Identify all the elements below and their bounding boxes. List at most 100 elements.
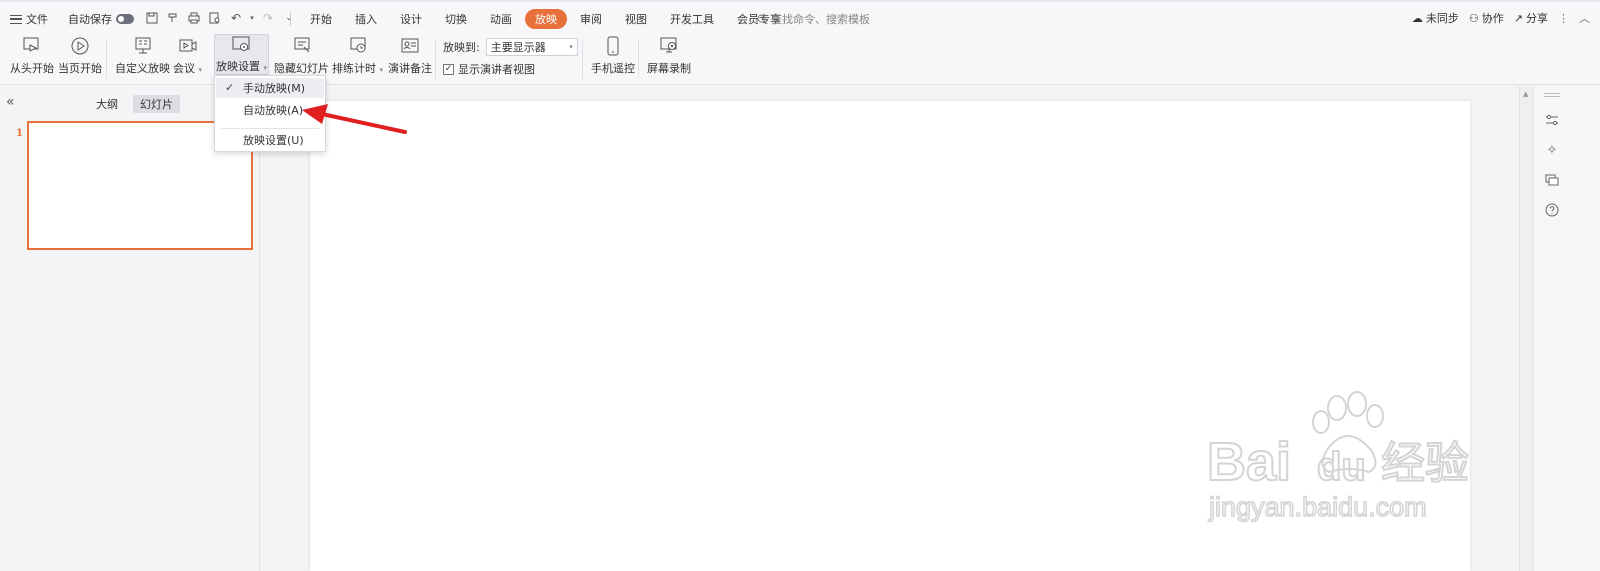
slide-canvas[interactable]	[310, 101, 1470, 571]
ribbon-divider	[582, 39, 583, 79]
search-placeholder: 查找命令、搜索模板	[771, 13, 870, 26]
tab-home[interactable]: 开始	[300, 9, 342, 29]
tab-view[interactable]: 视图	[615, 9, 657, 29]
toolbar-divider	[290, 12, 291, 26]
redo-icon[interactable]: ↷	[260, 10, 276, 26]
presenter-view-checkbox[interactable]: ✓ 显示演讲者视图	[443, 61, 535, 77]
file-menu-label: 文件	[26, 13, 48, 26]
menu-divider	[221, 128, 319, 129]
command-search[interactable]: 查找命令、搜索模板	[757, 11, 870, 27]
phone-remote-button[interactable]: 手机遥控	[591, 35, 635, 76]
more-options-icon[interactable]: ⋮	[1558, 12, 1569, 25]
slide-editor	[261, 86, 1519, 571]
magic-wand-icon[interactable]: ✧	[1543, 141, 1561, 159]
checkmark-icon: ✓	[225, 81, 235, 94]
slide-number: 1	[16, 128, 23, 139]
vertical-scrollbar[interactable]: ▲	[1519, 86, 1533, 571]
side-toolbar: ✧	[1533, 86, 1600, 571]
tab-transitions[interactable]: 切换	[435, 9, 477, 29]
print-preview-icon[interactable]	[207, 10, 223, 26]
timer-icon	[346, 35, 370, 57]
hide-slide-button[interactable]: 隐藏幻灯片	[274, 35, 329, 76]
manual-show-menu-item[interactable]: ✓ 手动放映(M)	[216, 78, 324, 98]
share-icon: ↗	[1513, 11, 1523, 25]
show-settings-item-label: 放映设置(U)	[243, 134, 304, 147]
file-menu[interactable]: 文件	[10, 11, 48, 27]
hide-slide-label: 隐藏幻灯片	[274, 62, 329, 75]
presenter-view-label: 显示演讲者视图	[458, 63, 535, 76]
show-settings-button[interactable]: 放映设置 ▾	[214, 34, 269, 75]
collaborate-button[interactable]: ⚇ 协作	[1469, 10, 1504, 26]
screen-record-button[interactable]: 屏幕录制	[647, 35, 691, 76]
account-actions: ☁ 未同步 ⚇ 协作 ↗ 分享 ⋮ ︿	[1412, 10, 1590, 26]
sync-status-button[interactable]: ☁ 未同步	[1412, 10, 1459, 26]
tab-design[interactable]: 设计	[390, 9, 432, 29]
scroll-up-icon[interactable]: ▲	[1523, 90, 1528, 98]
chevron-down-icon[interactable]: ▾	[249, 10, 255, 26]
meeting-button[interactable]: 会议 ▾	[173, 35, 202, 76]
undo-icon[interactable]: ↶	[228, 10, 244, 26]
slide-library-icon[interactable]	[1543, 171, 1561, 189]
tab-review[interactable]: 审阅	[570, 9, 612, 29]
customize-toolbar-icon[interactable]: ⌄	[281, 10, 297, 26]
tab-slides[interactable]: 幻灯片	[133, 95, 180, 113]
hamburger-icon	[10, 14, 22, 24]
sync-label: 未同步	[1425, 12, 1459, 25]
hide-slide-icon	[290, 35, 314, 57]
search-icon	[757, 14, 768, 24]
tab-animations[interactable]: 动画	[480, 9, 522, 29]
ribbon-divider	[638, 39, 639, 79]
cloud-icon: ☁	[1411, 11, 1423, 25]
autosave-label: 自动保存	[68, 13, 112, 26]
format-painter-icon[interactable]	[165, 10, 181, 26]
show-settings-menu: ✓ 手动放映(M) 自动放映(A) 放映设置(U)	[214, 75, 326, 152]
screen-record-label: 屏幕录制	[647, 62, 691, 75]
chevron-down-icon: ▾	[569, 43, 573, 51]
speaker-notes-icon	[398, 35, 422, 57]
manual-show-label: 手动放映(M)	[243, 82, 306, 95]
slide-panel: « 大纲 幻灯片 1	[0, 86, 260, 571]
share-button[interactable]: ↗ 分享	[1514, 10, 1548, 26]
play-to-value: 主要显示器	[490, 41, 546, 54]
play-to-select[interactable]: 主要显示器 ▾	[485, 38, 578, 56]
custom-show-icon	[131, 35, 155, 57]
autosave-toggle[interactable]: 自动保存	[68, 11, 134, 27]
checkbox-icon[interactable]: ✓	[443, 63, 454, 75]
collapse-ribbon-icon[interactable]: ︿	[1579, 10, 1590, 26]
ribbon-divider	[435, 39, 436, 79]
play-to-label: 放映到:	[443, 41, 480, 54]
meeting-icon	[176, 35, 200, 57]
from-current-button[interactable]: 当页开始	[58, 35, 102, 76]
print-icon[interactable]	[186, 10, 202, 26]
collaborate-label: 协作	[1481, 12, 1504, 25]
help-icon[interactable]	[1543, 201, 1561, 219]
auto-show-label: 自动放映(A)	[243, 104, 304, 117]
rehearse-timing-button[interactable]: 排练计时 ▾	[332, 35, 383, 76]
screen-record-icon	[657, 35, 681, 57]
save-icon[interactable]	[144, 10, 160, 26]
toggle-switch-icon[interactable]	[116, 14, 134, 24]
collapse-panel-icon[interactable]: «	[6, 94, 15, 110]
tab-developer[interactable]: 开发工具	[660, 9, 724, 29]
from-start-label: 从头开始	[10, 62, 54, 75]
phone-remote-label: 手机遥控	[591, 62, 635, 75]
speaker-notes-label: 演讲备注	[388, 62, 432, 75]
meeting-label: 会议 ▾	[173, 62, 203, 75]
menu-bar: 文件 自动保存 ↶ ▾ ↷ ⌄ 开始 插入 设计 切换 动画 放映 审阅 视图 …	[0, 0, 1600, 33]
play-circle-icon	[68, 35, 92, 57]
panel-tabs: 大纲 幻灯片	[89, 95, 180, 113]
quick-access-toolbar: ↶ ▾ ↷ ⌄	[144, 10, 297, 26]
auto-show-menu-item[interactable]: 自动放映(A)	[216, 100, 324, 120]
tab-outline[interactable]: 大纲	[89, 95, 125, 113]
show-settings-label: 放映设置 ▾	[215, 60, 267, 73]
from-start-button[interactable]: 从头开始	[10, 35, 54, 76]
speaker-notes-button[interactable]: 演讲备注	[388, 35, 432, 76]
tab-insert[interactable]: 插入	[345, 9, 387, 29]
custom-show-button[interactable]: 自定义放映	[115, 35, 170, 76]
user-icon: ⚇	[1468, 11, 1479, 25]
play-from-start-icon	[20, 35, 44, 57]
properties-icon[interactable]	[1543, 111, 1561, 129]
play-to-group: 放映到: 主要显示器 ▾	[443, 38, 578, 56]
tab-slideshow[interactable]: 放映	[525, 9, 567, 29]
show-settings-menu-item[interactable]: 放映设置(U)	[216, 130, 324, 150]
